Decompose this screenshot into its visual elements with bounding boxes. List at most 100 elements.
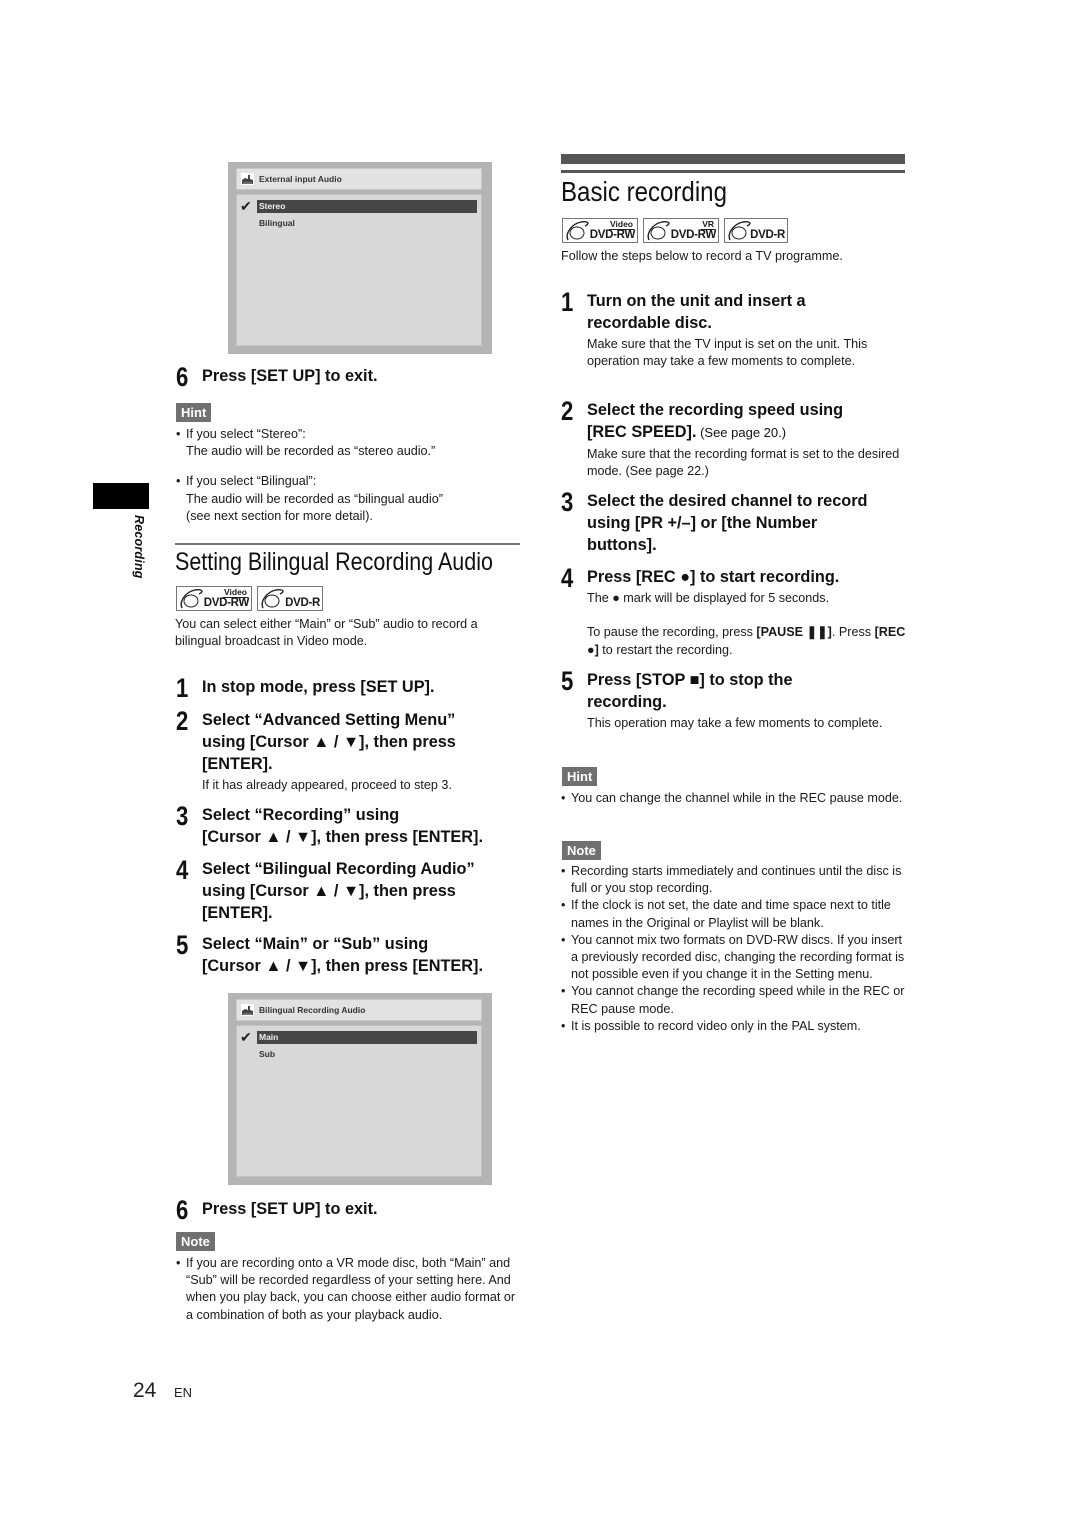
check-icon: ✔ xyxy=(240,1029,252,1045)
step-title: Press [SET UP] to exit. xyxy=(202,367,378,385)
hint-badge: Hint xyxy=(176,403,212,422)
text: . Press xyxy=(831,625,875,640)
title-bar-thin xyxy=(561,170,905,173)
step-title: Select “Advanced Setting Menu” using [Cu… xyxy=(202,709,526,775)
page-language: EN xyxy=(174,1385,193,1400)
step-title-line: using [PR +/–] or [the Number xyxy=(587,514,818,532)
osd-screen-external-input-audio: External input Audio ✔ Stereo Bilingual xyxy=(228,162,492,354)
step-title: Select “Bilingual Recording Audio” using… xyxy=(202,858,526,924)
page-reference: (See page 20.) xyxy=(696,425,787,440)
step-5: 5 Select “Main” or “Sub” using [Cursor ▲… xyxy=(176,930,526,977)
section-divider xyxy=(175,543,520,545)
osd-option-main[interactable]: Main xyxy=(257,1031,477,1044)
step-title: Select the recording speed using [REC SP… xyxy=(587,399,911,444)
logo-disc: DVD-RW xyxy=(203,597,250,609)
osd-option-sub[interactable]: Sub xyxy=(257,1048,477,1061)
disc-compatibility-logos-right: Video DVD-RW VR DVD-RW DVD-R xyxy=(562,218,793,243)
osd-menu: ✔ Main Sub xyxy=(236,1025,482,1177)
step-description: This operation may take a few moments to… xyxy=(587,716,883,730)
rec-step-3: 3 Select the desired channel to record u… xyxy=(561,487,911,556)
page-title: Basic recording xyxy=(561,176,727,207)
hint-item: If you select “Stereo”: The audio will b… xyxy=(176,426,516,460)
hint-line: If you select “Stereo”: xyxy=(186,427,306,441)
step-number: 3 xyxy=(176,801,189,831)
dvd-r-logo: DVD-R xyxy=(724,218,788,243)
logo-disc: DVD-RW xyxy=(589,229,636,241)
hint-list-right: You can change the channel while in the … xyxy=(561,790,907,807)
osd-title-bar: Bilingual Recording Audio xyxy=(236,999,482,1021)
text: To pause the recording, press xyxy=(587,625,757,640)
step-title-line: Select “Main” or “Sub” using xyxy=(202,935,429,953)
osd-title-bar: External input Audio xyxy=(236,168,482,190)
step-6-exit: 6 Press [SET UP] to exit. xyxy=(176,362,526,392)
rec-step-2: 2 Select the recording speed using [REC … xyxy=(561,396,911,481)
note-label: Note xyxy=(562,841,601,860)
osd-screen-bilingual-recording-audio: Bilingual Recording Audio ✔ Main Sub xyxy=(228,993,492,1185)
rec-step-5: 5 Press [STOP ■] to stop the recording. … xyxy=(561,666,911,732)
setup-menu-icon xyxy=(241,1004,254,1016)
step-title-line: Turn on the unit and insert a xyxy=(587,292,806,310)
setup-menu-icon xyxy=(241,173,254,185)
pause-key: [PAUSE ❚❚] xyxy=(756,625,832,640)
section-heading: Setting Bilingual Recording Audio xyxy=(175,548,493,576)
step-description: The ● mark will be displayed for 5 secon… xyxy=(587,591,830,605)
logo-disc: DVD-RW xyxy=(670,229,717,241)
note-badge-right: Note xyxy=(562,841,601,860)
pause-instructions: To pause the recording, press [PAUSE ❚❚]… xyxy=(587,624,909,659)
osd-menu: ✔ Stereo Bilingual xyxy=(236,194,482,346)
note-item: If the clock is not set, the date and ti… xyxy=(561,897,909,931)
step-description: Make sure that the TV input is set on th… xyxy=(587,337,868,369)
text: to restart the recording. xyxy=(598,642,733,657)
step-number: 2 xyxy=(176,706,189,736)
step-title-line: [ENTER]. xyxy=(202,904,273,922)
step-number: 5 xyxy=(176,930,189,960)
section-tab-marker xyxy=(93,483,149,509)
dvd-r-logo: DVD-R xyxy=(257,586,323,611)
osd-option-bilingual[interactable]: Bilingual xyxy=(257,217,477,230)
hint-line: (see next section for more detail). xyxy=(186,508,373,523)
step-title-line: [Cursor ▲ / ▼], then press [ENTER]. xyxy=(202,828,483,846)
dvd-rw-vr-logo: VR DVD-RW xyxy=(643,218,719,243)
step-title: Select “Main” or “Sub” using [Cursor ▲ /… xyxy=(202,933,526,977)
rec-step-1: 1 Turn on the unit and insert a recordab… xyxy=(561,287,911,371)
step-title: Press [STOP ■] to stop the recording. xyxy=(587,669,911,713)
step-number: 4 xyxy=(561,563,574,593)
osd-title: Bilingual Recording Audio xyxy=(259,1005,366,1015)
step-4: 4 Select “Bilingual Recording Audio” usi… xyxy=(176,855,526,924)
step-number: 6 xyxy=(176,362,189,392)
step-title: Select the desired channel to record usi… xyxy=(587,490,911,556)
section-tab-label: Recording xyxy=(132,515,146,579)
hint-label: Hint xyxy=(176,403,212,422)
note-item: It is possible to record video only in t… xyxy=(561,1018,909,1035)
step-number: 5 xyxy=(561,666,574,696)
step-3: 3 Select “Recording” using [Cursor ▲ / ▼… xyxy=(176,801,526,848)
step-2: 2 Select “Advanced Setting Menu” using [… xyxy=(176,706,526,794)
note-item: You cannot change the recording speed wh… xyxy=(561,983,909,1017)
step-title: Select “Recording” using [Cursor ▲ / ▼],… xyxy=(202,804,526,848)
disc-swoosh-icon xyxy=(261,589,284,609)
step-title: Press [SET UP] to exit. xyxy=(202,1200,378,1218)
step-description: Make sure that the recording format is s… xyxy=(587,447,900,479)
logo-disc: DVD-R xyxy=(285,597,320,609)
step-title-line: using [Cursor ▲ / ▼], then press xyxy=(202,733,456,751)
step-title-line: Select the desired channel to record xyxy=(587,492,868,510)
note-item: Recording starts immediately and continu… xyxy=(561,863,909,897)
page-number: 24 xyxy=(133,1379,157,1402)
osd-option-stereo[interactable]: Stereo xyxy=(257,200,477,213)
hint-line: The audio will be recorded as “stereo au… xyxy=(186,444,436,459)
note-item: You cannot mix two formats on DVD-RW dis… xyxy=(561,932,909,984)
disc-compatibility-logos: Video DVD-RW DVD-R xyxy=(176,586,328,611)
note-badge: Note xyxy=(176,1232,215,1251)
hint-badge-right: Hint xyxy=(562,767,598,786)
step-number: 1 xyxy=(561,287,574,317)
step-title-line: using [Cursor ▲ / ▼], then press xyxy=(202,882,456,900)
section-intro: You can select either “Main” or “Sub” au… xyxy=(175,617,478,649)
step-title-line: buttons]. xyxy=(587,536,657,554)
page-intro: Follow the steps below to record a TV pr… xyxy=(561,249,843,263)
osd-title: External input Audio xyxy=(259,174,342,184)
step-title-line: recording. xyxy=(587,693,667,711)
dvd-rw-video-logo: Video DVD-RW xyxy=(562,218,638,243)
step-title-line: Press [STOP ■] to stop the xyxy=(587,671,793,689)
note-item: If you are recording onto a VR mode disc… xyxy=(176,1255,522,1324)
step-description: If it has already appeared, proceed to s… xyxy=(202,778,452,792)
